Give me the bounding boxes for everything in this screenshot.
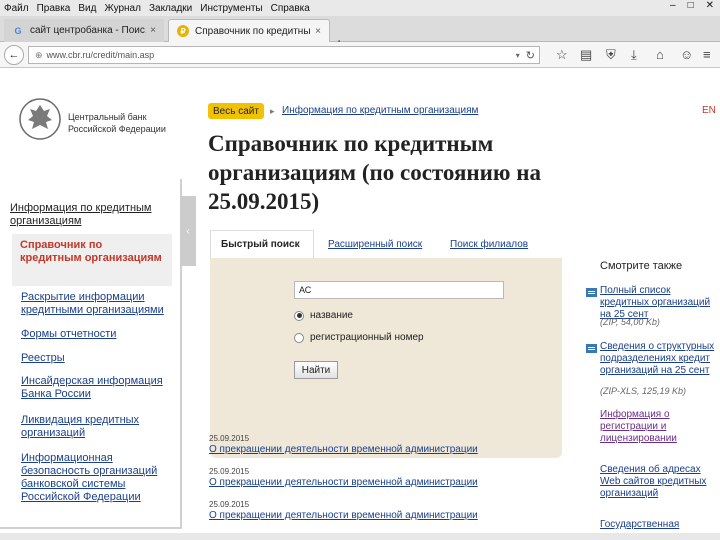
reload-icon[interactable]: ↻ <box>526 49 535 62</box>
sidebar-item-registers[interactable]: Реестры <box>21 352 171 365</box>
news-date: 25.09.2015 <box>209 500 250 509</box>
menu-tools[interactable]: Инструменты <box>200 3 262 14</box>
bank-name[interactable]: Центральный банк Российской Федерации <box>68 111 178 135</box>
browser-tab-title: сайт центробанка - Поис... <box>30 25 147 36</box>
news-date: 25.09.2015 <box>209 434 250 443</box>
nav-bar: ← ⊕ www.cbr.ru/credit/main.asp ▾ ↻ ☆ ▤ ⛨… <box>0 42 720 68</box>
sidebar-heading[interactable]: Информация по кредитным организациям <box>10 202 170 228</box>
chevron-left-icon: ‹ <box>186 225 190 237</box>
cbr-favicon-icon: ₽ <box>177 25 189 37</box>
download-icon[interactable]: ⤓ <box>631 47 637 63</box>
menu-bookmarks[interactable]: Закладки <box>149 3 192 14</box>
bank-emblem-icon <box>19 98 61 140</box>
breadcrumb-all-site[interactable]: Весь сайт <box>208 103 264 119</box>
breadcrumb-arrow-icon: ▸ <box>270 106 275 116</box>
sidebar-item-reporting-forms[interactable]: Формы отчетности <box>21 328 171 341</box>
search-panel: название регистрационный номер Найти <box>210 258 562 458</box>
dropdown-arrow-icon[interactable]: ▾ <box>516 51 520 60</box>
browser-tab-directory[interactable]: ₽ Справочник по кредитны... × <box>168 19 330 42</box>
see-also-heading: Смотрите также <box>600 260 683 272</box>
page-title: Справочник по кредитным организациям (по… <box>208 131 542 214</box>
minimize-icon[interactable]: – <box>670 0 676 11</box>
menu-bar: Файл Правка Вид Журнал Закладки Инструме… <box>0 0 720 16</box>
globe-icon: ⊕ <box>35 49 43 60</box>
document-icon <box>586 344 597 353</box>
url-text: www.cbr.ru/credit/main.asp <box>46 50 155 60</box>
find-button[interactable]: Найти <box>294 361 338 379</box>
websites-link[interactable]: Сведения об адресах Web сайтов кредитных… <box>600 464 720 500</box>
search-input[interactable] <box>294 281 504 299</box>
google-icon: G <box>14 25 22 36</box>
shield-icon[interactable]: ⛨ <box>606 47 616 63</box>
bookmark-star-icon[interactable]: ☆ <box>556 47 568 63</box>
bank-name-line2: Российской Федерации <box>68 124 166 134</box>
structural-units-link[interactable]: Сведения о структурных подразделениях кр… <box>600 341 720 377</box>
sidebar-collapse-button[interactable]: ‹ <box>180 196 196 266</box>
sidebar-item-insider-info[interactable]: Инсайдерская информация Банка России <box>21 375 171 401</box>
horizontal-scrollbar[interactable] <box>0 533 720 540</box>
reading-list-icon[interactable]: ▤ <box>580 47 592 63</box>
close-window-icon[interactable]: ✕ <box>706 0 714 11</box>
browser-tab-search[interactable]: G сайт центробанка - Поис... × <box>4 19 164 42</box>
news-date: 25.09.2015 <box>209 467 250 476</box>
smile-icon[interactable]: ☺ <box>680 47 693 62</box>
sidebar-item-liquidation[interactable]: Ликвидация кредитных организаций <box>21 414 171 440</box>
menu-help[interactable]: Справка <box>271 3 310 14</box>
window-controls: – □ ✕ <box>658 0 714 11</box>
tab-quick-search[interactable]: Быстрый поиск <box>210 230 314 258</box>
radio-button-checked[interactable] <box>294 310 304 321</box>
radio-button[interactable] <box>294 332 304 343</box>
home-icon[interactable]: ⌂ <box>656 47 664 62</box>
address-bar[interactable]: ⊕ www.cbr.ru/credit/main.asp ▾ ↻ <box>28 46 540 64</box>
menu-history[interactable]: Журнал <box>104 3 141 14</box>
breadcrumb-link[interactable]: Информация по кредитным организациям <box>282 105 478 116</box>
tab-advanced-search[interactable]: Расширенный поиск <box>328 230 422 258</box>
radio-label: регистрационный номер <box>310 332 424 343</box>
back-arrow-icon: ← <box>8 49 20 61</box>
file-info: (ZIP-XLS, 125,19 Kb) <box>600 386 687 396</box>
menu-file[interactable]: Файл <box>4 3 29 14</box>
menu-edit[interactable]: Правка <box>37 3 71 14</box>
news-link[interactable]: О прекращении деятельности временной адм… <box>209 477 509 488</box>
back-button[interactable]: ← <box>4 45 24 65</box>
radio-option-regnum[interactable]: регистрационный номер <box>294 332 424 343</box>
tab-strip: G сайт центробанка - Поис... × ₽ Справоч… <box>0 16 720 51</box>
news-link[interactable]: О прекращении деятельности временной адм… <box>209 444 509 455</box>
sidebar-item-info-security[interactable]: Информационная безопасность организаций … <box>21 452 171 504</box>
web-page: Центральный банк Российской Федерации ‹ … <box>0 69 720 540</box>
radio-option-name[interactable]: название <box>294 310 353 321</box>
bank-name-line1: Центральный банк <box>68 112 147 122</box>
file-info: (ZIP, 54,00 Kb) <box>600 317 660 327</box>
tab-close-icon[interactable]: × <box>150 25 156 36</box>
sidebar-item-disclosure[interactable]: Раскрытие информации кредитными организа… <box>21 291 171 317</box>
menu-view[interactable]: Вид <box>78 3 96 14</box>
registration-info-link[interactable]: Информация о регистрации и лицензировани… <box>600 409 720 445</box>
document-icon <box>586 288 597 297</box>
sidebar-item-directory[interactable]: Справочник по кредитным организациям <box>12 234 172 286</box>
news-link[interactable]: О прекращении деятельности временной адм… <box>209 510 509 521</box>
search-tabs: Быстрый поиск Расширенный поиск Поиск фи… <box>210 230 590 258</box>
full-list-link[interactable]: Полный список кредитных организаций на 2… <box>600 285 720 321</box>
language-switch[interactable]: EN <box>702 105 716 116</box>
browser-tab-title: Справочник по кредитны... <box>195 25 312 37</box>
maximize-icon[interactable]: □ <box>688 0 694 11</box>
radio-label: название <box>310 310 353 321</box>
state-link[interactable]: Государственная <box>600 519 720 531</box>
menu-hamburger-icon[interactable]: ≡ <box>703 47 711 62</box>
tab-branch-search[interactable]: Поиск филиалов <box>450 230 528 258</box>
tab-close-icon[interactable]: × <box>315 26 321 37</box>
